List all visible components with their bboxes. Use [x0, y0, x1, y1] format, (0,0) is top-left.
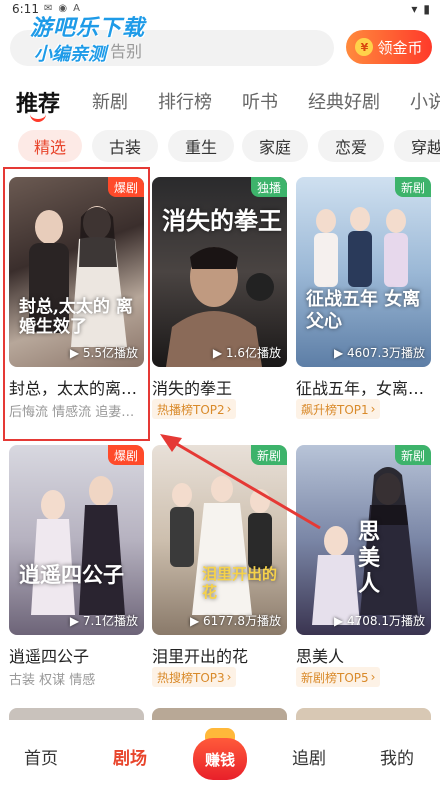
next-row-poster-peek — [9, 708, 144, 720]
drama-title[interactable]: 征战五年，女离父心 — [296, 375, 431, 399]
nav-home[interactable]: 首页 — [24, 744, 58, 769]
status-badge: 新剧 — [394, 445, 431, 465]
chevron-right-icon: › — [370, 670, 376, 684]
chevron-right-icon: › — [226, 670, 232, 684]
play-count-value: 4708.1万播放 — [347, 614, 425, 628]
poster-figures — [170, 476, 272, 615]
drama-poster[interactable]: 泪里开出的花 新剧 ▶ 6177.8万播放 — [152, 445, 287, 635]
rank-tag-label: 热搜榜TOP3 — [157, 670, 225, 685]
poster-figures — [31, 476, 125, 615]
chevron-right-icon: › — [226, 402, 232, 416]
drama-tags: 古装 权谋 情感 — [9, 673, 96, 688]
poster-title-text: 泪里开出的花 — [202, 565, 278, 601]
play-count-value: 7.1亿播放 — [82, 614, 138, 628]
poster-title-text: 思美人 — [358, 519, 381, 597]
status-badge: 独播 — [250, 177, 287, 197]
rank-tag-label: 热播榜TOP2 — [157, 402, 225, 417]
drama-title[interactable]: 消失的拳王 — [152, 375, 287, 399]
next-row-poster-peek — [152, 708, 287, 720]
status-icons-right: ▾ ▮ — [411, 2, 430, 16]
drama-card[interactable]: 消失的拳王 独播 ▶ 1.6亿播放 消失的拳王 热播榜TOP2 › — [152, 177, 287, 427]
watermark: 游吧乐下载 小编亲测 — [30, 10, 145, 66]
drama-card[interactable]: 泪里开出的花 新剧 ▶ 6177.8万播放 泪里开出的花 热搜榜TOP3 › — [152, 445, 287, 695]
status-badge: 新剧 — [250, 445, 287, 465]
chip-featured[interactable]: 精选 — [18, 130, 82, 162]
drama-poster[interactable]: 消失的拳王 独播 ▶ 1.6亿播放 — [152, 177, 287, 367]
play-count-value: 1.6亿播放 — [225, 346, 281, 360]
annotation-highlight-box — [3, 167, 150, 441]
battery-icon: ▮ — [423, 2, 430, 16]
poster-title-text: 消失的拳王 — [162, 206, 282, 235]
tab-novel[interactable]: 小说 — [410, 88, 440, 114]
chevron-right-icon: › — [370, 402, 376, 416]
tab-new[interactable]: 新剧 — [92, 88, 128, 114]
play-count: ▶ 6177.8万播放 — [189, 614, 281, 628]
play-count-value: 6177.8万播放 — [203, 614, 281, 628]
bottom-nav: 首页 剧场 赚钱 追剧 我的 — [0, 722, 440, 790]
chip-time-travel[interactable]: 穿越 — [394, 130, 440, 162]
filter-chips: 精选 古装 重生 家庭 恋爱 穿越 — [0, 128, 440, 164]
claim-coins-label: 领金币 — [377, 38, 423, 57]
next-row-poster-peek — [296, 708, 431, 720]
tab-ranking[interactable]: 排行榜 — [158, 88, 212, 114]
poster-title-text: 逍遥四公子 — [19, 562, 124, 587]
play-count: ▶ 1.6亿播放 — [212, 346, 281, 360]
chip-costume[interactable]: 古装 — [92, 130, 158, 162]
nav-earn-label: 赚钱 — [193, 738, 247, 780]
drama-card[interactable]: 征战五年 女离父心 新剧 ▶ 4607.3万播放 征战五年，女离父心 飙升榜TO… — [296, 177, 431, 427]
rank-tag[interactable]: 新剧榜TOP5 › — [296, 667, 381, 687]
nav-theater[interactable]: 剧场 — [113, 744, 147, 769]
play-count: ▶ 4607.3万播放 — [333, 346, 425, 360]
play-count-value: 4607.3万播放 — [347, 346, 425, 360]
drama-card[interactable]: 思美人 新剧 ▶ 4708.1万播放 思美人 新剧榜TOP5 › — [296, 445, 431, 695]
watermark-line1: 游吧乐下载 — [30, 16, 146, 41]
active-tab-indicator — [30, 114, 46, 122]
chip-family[interactable]: 家庭 — [242, 130, 308, 162]
watermark-line2: 小编亲测 — [34, 44, 106, 65]
status-badge: 爆剧 — [107, 445, 144, 465]
claim-coins-button[interactable]: ¥ 领金币 — [346, 30, 432, 64]
drama-title[interactable]: 泪里开出的花 — [152, 643, 287, 667]
drama-card[interactable]: 逍遥四公子 爆剧 ▶ 7.1亿播放 逍遥四公子 古装 权谋 情感 — [9, 445, 144, 695]
drama-poster[interactable]: 征战五年 女离父心 新剧 ▶ 4607.3万播放 — [296, 177, 431, 367]
drama-poster[interactable]: 思美人 新剧 ▶ 4708.1万播放 — [296, 445, 431, 635]
wifi-icon: ▾ — [411, 2, 418, 16]
rank-tag[interactable]: 热搜榜TOP3 › — [152, 667, 237, 687]
nav-profile[interactable]: 我的 — [380, 744, 414, 769]
play-count: ▶ 7.1亿播放 — [69, 614, 138, 628]
tab-classic[interactable]: 经典好剧 — [308, 88, 380, 114]
nav-earn-button[interactable]: 赚钱 — [193, 728, 247, 782]
rank-tag-label: 飙升榜TOP1 — [301, 402, 369, 417]
drama-title[interactable]: 思美人 — [296, 643, 431, 667]
nav-following[interactable]: 追剧 — [292, 744, 326, 769]
chip-romance[interactable]: 恋爱 — [318, 130, 384, 162]
drama-poster[interactable]: 逍遥四公子 爆剧 ▶ 7.1亿播放 — [9, 445, 144, 635]
chip-rebirth[interactable]: 重生 — [168, 130, 234, 162]
rank-tag-label: 新剧榜TOP5 — [301, 670, 369, 685]
poster-title-text: 征战五年 女离父心 — [306, 289, 421, 332]
drama-title[interactable]: 逍遥四公子 — [9, 643, 144, 667]
coin-icon: ¥ — [355, 38, 374, 56]
poster-figures — [314, 207, 408, 287]
tab-audiobook[interactable]: 听书 — [242, 88, 278, 114]
category-tabs: 推荐 新剧 排行榜 听书 经典好剧 小说 — [0, 80, 440, 124]
status-badge: 新剧 — [394, 177, 431, 197]
play-count: ▶ 4708.1万播放 — [333, 614, 425, 628]
rank-tag[interactable]: 飙升榜TOP1 › — [296, 399, 381, 419]
rank-tag[interactable]: 热播榜TOP2 › — [152, 399, 237, 419]
